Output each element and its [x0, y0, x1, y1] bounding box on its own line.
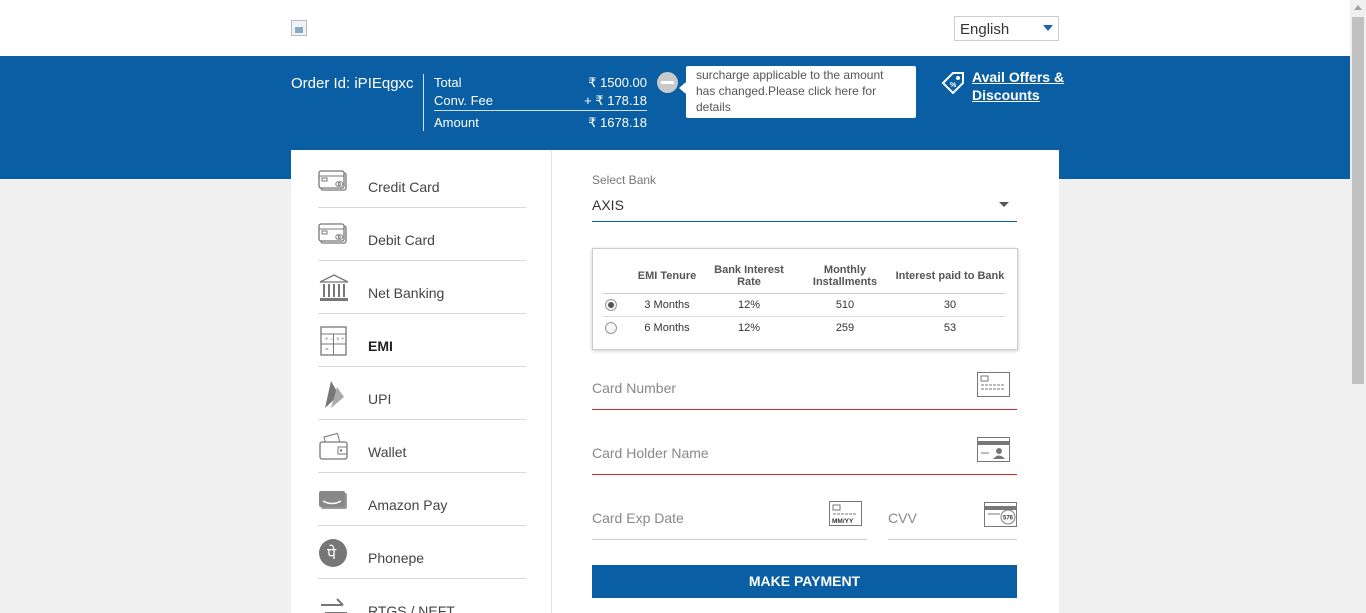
card-holder-name-field[interactable]: Card Holder Name — [592, 437, 1017, 475]
amount-label: Amount — [434, 115, 479, 130]
fee-row: Conv. Fee + ₹ 178.18 — [434, 93, 647, 108]
menu-item-debit-card[interactable]: Debit Card — [318, 208, 526, 261]
surcharge-tooltip[interactable]: surcharge applicable to the amount has c… — [679, 66, 916, 118]
menu-item-label: Amazon Pay — [368, 497, 448, 513]
menu-item-label: Net Banking — [368, 285, 445, 301]
collapse-minus-icon[interactable] — [657, 72, 678, 93]
col-header-tenure: EMI Tenure — [631, 259, 703, 294]
total-value: ₹ 1500.00 — [588, 75, 647, 90]
emi-form: Select Bank AXIS EMI Tenure Bank Interes… — [553, 150, 1059, 613]
vertical-scrollbar[interactable] — [1350, 0, 1366, 613]
menu-item-phonepe[interactable]: पे Phonepe — [318, 526, 526, 579]
svg-text:पे: पे — [327, 544, 337, 563]
plan-radio-cell[interactable] — [603, 316, 631, 339]
discount-tag-icon: % — [941, 72, 964, 95]
bank-icon — [319, 274, 349, 301]
cvv-field[interactable]: CVV 576 — [888, 502, 1017, 540]
language-select[interactable]: English — [954, 16, 1059, 41]
calendar-card-icon: MM/YY — [829, 501, 862, 526]
wallet-icon — [319, 432, 348, 460]
order-id: Order Id: iPIEqgxc — [291, 75, 414, 92]
top-bar: English — [0, 0, 1350, 56]
menu-item-label: UPI — [368, 391, 392, 407]
plan-radio[interactable] — [605, 321, 617, 334]
scroll-up-icon[interactable] — [1354, 5, 1362, 10]
credit-card-icon — [318, 170, 347, 191]
menu-item-label: Credit Card — [368, 179, 440, 195]
calculator-icon: + − × ÷ = — [320, 326, 347, 356]
amazon-pay-icon — [319, 491, 347, 509]
emi-plans-table: EMI Tenure Bank Interest Rate Monthly In… — [592, 248, 1018, 350]
merchant-logo — [291, 20, 307, 36]
svg-text:+ −: + − — [325, 337, 334, 343]
scrollbar-thumb[interactable] — [1352, 17, 1364, 384]
menu-item-rtgs-neft[interactable]: RTGS / NEFT — [318, 579, 526, 613]
fee-label: Conv. Fee — [434, 93, 494, 108]
amount-row: Amount ₹ 1678.18 — [434, 115, 647, 130]
col-header-interest: Interest paid to Bank — [895, 259, 1005, 294]
interest-cell: 30 — [895, 293, 1005, 317]
plan-radio-cell[interactable] — [603, 293, 631, 317]
radio-header — [603, 259, 631, 294]
table-row[interactable]: 6 Months 12% 259 53 — [603, 316, 1005, 339]
menu-item-label: Phonepe — [368, 550, 425, 566]
amount-value: ₹ 1678.18 — [588, 115, 647, 130]
tenure-cell: 3 Months — [631, 293, 703, 317]
payment-card: Credit Card Debit Card Net Banking + − × … — [291, 150, 1059, 613]
plan-radio[interactable] — [605, 298, 617, 311]
svg-text:=: = — [325, 347, 329, 353]
menu-item-amazon-pay[interactable]: Amazon Pay — [318, 473, 526, 526]
menu-item-wallet[interactable]: Wallet — [318, 420, 526, 473]
tenure-cell: 6 Months — [644, 321, 690, 334]
select-bank-label: Select Bank — [592, 173, 657, 187]
upi-icon — [325, 381, 344, 408]
chevron-down-icon — [1043, 25, 1053, 31]
installment-cell: 259 — [835, 321, 855, 334]
total-label: Total — [434, 75, 462, 90]
menu-item-label: EMI — [368, 338, 393, 354]
debit-card-icon — [318, 223, 347, 244]
card-exp-date-placeholder: Card Exp Date — [592, 510, 684, 526]
menu-item-label: Debit Card — [368, 232, 435, 248]
offers-label: Avail Offers & Discounts — [972, 69, 1065, 103]
svg-text:%: % — [950, 82, 957, 89]
card-exp-date-field[interactable]: Card Exp Date MM/YY — [592, 501, 867, 540]
menu-item-emi[interactable]: + − × ÷ = EMI — [318, 314, 526, 367]
col-header-installments: Monthly Installments — [795, 259, 895, 294]
card-number-field[interactable]: Card Number — [592, 372, 1017, 410]
installment-cell: 510 — [795, 293, 895, 317]
cvv-placeholder: CVV — [888, 510, 917, 526]
rate-cell: 12% — [703, 293, 795, 317]
summary-divider — [434, 110, 647, 111]
language-value: English — [960, 21, 1010, 38]
card-number-icon — [977, 372, 1010, 397]
make-payment-button[interactable]: MAKE PAYMENT — [592, 565, 1017, 598]
bank-select-value: AXIS — [592, 197, 624, 213]
table-row[interactable]: 3 Months 12% 510 30 — [603, 293, 1005, 317]
chevron-down-icon — [999, 202, 1009, 207]
menu-item-label: RTGS / NEFT — [368, 603, 455, 613]
bank-select[interactable]: AXIS — [592, 190, 1017, 222]
rate-cell: 12% — [737, 321, 761, 334]
exp-icon-text: MM/YY — [832, 518, 854, 525]
amount-summary: Total ₹ 1500.00 Conv. Fee + ₹ 178.18 Amo… — [423, 74, 647, 131]
menu-item-net-banking[interactable]: Net Banking — [318, 261, 526, 314]
card-holder-name-placeholder: Card Holder Name — [592, 445, 709, 461]
payment-method-menu: Credit Card Debit Card Net Banking + − × … — [291, 150, 552, 613]
fee-value: + ₹ 178.18 — [584, 93, 647, 108]
phonepe-icon: पे — [319, 539, 347, 567]
card-number-placeholder: Card Number — [592, 380, 677, 396]
total-row: Total ₹ 1500.00 — [434, 75, 647, 90]
interest-cell: 53 — [943, 321, 957, 334]
menu-item-label: Wallet — [368, 444, 407, 460]
transfer-arrows-icon — [321, 598, 347, 613]
menu-item-upi[interactable]: UPI — [318, 367, 526, 420]
cvv-card-icon: 576 — [984, 502, 1017, 527]
col-header-rate: Bank Interest Rate — [703, 259, 795, 294]
cvv-icon-text: 576 — [1003, 516, 1014, 522]
id-card-icon — [977, 437, 1010, 462]
svg-text:× ÷: × ÷ — [336, 337, 345, 343]
menu-item-credit-card[interactable]: Credit Card — [318, 155, 526, 208]
